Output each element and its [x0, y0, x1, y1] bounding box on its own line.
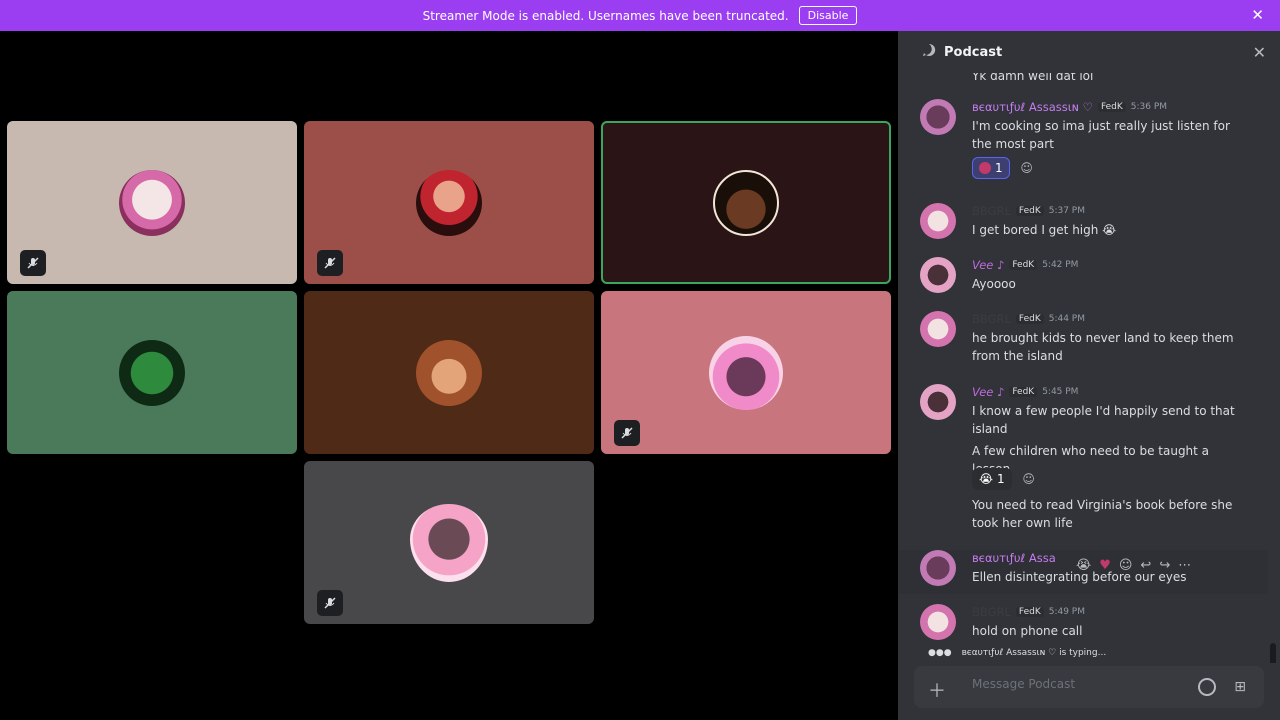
- participant-tile-5[interactable]: [304, 291, 594, 454]
- author-avatar[interactable]: [920, 550, 956, 586]
- message-hover-toolbar: 😭 ♥ ☺ ↩ ↪ ⋯: [1076, 558, 1191, 573]
- channel-title: Podcast: [944, 44, 1003, 60]
- participant-tile-4[interactable]: [7, 291, 297, 454]
- add-reaction-icon[interactable]: ☺: [1119, 558, 1133, 573]
- heart-reaction-icon: [979, 162, 991, 174]
- more-options-icon[interactable]: ⋯: [1178, 558, 1191, 573]
- chat-scrollbar[interactable]: [1270, 643, 1276, 663]
- timestamp: 5:44 PM: [1048, 314, 1085, 324]
- participant-avatar: [410, 503, 488, 582]
- attach-plus-icon[interactable]: ＋: [928, 677, 946, 703]
- author-avatar[interactable]: [920, 384, 956, 420]
- clan-badge[interactable]: FedK: [1009, 260, 1038, 270]
- typing-dots-icon: ●●●: [928, 648, 952, 658]
- clan-badge[interactable]: FedK: [1015, 206, 1044, 216]
- timestamp: 5:42 PM: [1042, 260, 1079, 270]
- clan-badge[interactable]: FedK: [1009, 387, 1038, 397]
- message-text: he brought kids to never land to keep th…: [972, 331, 1234, 363]
- message-composer: ＋ ⊞: [914, 666, 1264, 708]
- author-name[interactable]: Vee ♪: [972, 258, 1004, 272]
- participant-tile-6[interactable]: [601, 291, 891, 454]
- apps-icon[interactable]: ⊞: [1234, 679, 1246, 695]
- message: BBGRL FedK 5:49 PM hold on phone call: [898, 604, 1268, 648]
- chat-panel: Podcast ✕ Yk damn well dat lol ʙєαυтιƒυℓ…: [898, 31, 1280, 720]
- chat-header: Podcast ✕: [898, 31, 1280, 73]
- reactions: 😭 1 ☺: [972, 468, 1040, 490]
- message: BBGRL FedK 5:44 PM he brought kids to ne…: [898, 311, 1268, 371]
- muted-mic-icon: [317, 590, 343, 616]
- message-text: I get bored I get high 😭: [972, 223, 1117, 237]
- message-text: Ayoooo: [972, 277, 1016, 291]
- message-text: I'm cooking so ima just really just list…: [972, 119, 1230, 151]
- message: Vee ♪ FedK 5:42 PM Ayoooo: [898, 257, 1268, 301]
- message-text: Yk damn well dat lol: [972, 73, 1094, 83]
- participant-avatar: [416, 169, 482, 236]
- message: ʙєαυтιƒυℓ Assassιɴ ♡ FedK 5:36 PM I'm co…: [898, 99, 1268, 189]
- muted-mic-icon: [317, 250, 343, 276]
- heart-reaction-icon[interactable]: ♥: [1099, 558, 1111, 573]
- participant-avatar: [713, 169, 779, 236]
- participant-avatar: [709, 335, 783, 410]
- participant-tile-1[interactable]: [7, 121, 297, 284]
- chat-bubble-icon: [922, 43, 936, 61]
- timestamp: 5:45 PM: [1042, 387, 1079, 397]
- participant-tile-2[interactable]: [304, 121, 594, 284]
- author-name[interactable]: ʙєαυтιƒυℓ Assassιɴ ♡: [972, 100, 1093, 114]
- author-name[interactable]: BBGRL: [972, 204, 1011, 218]
- banner-text: Streamer Mode is enabled. Usernames have…: [422, 8, 789, 23]
- message: Vee ♪ FedK 5:45 PM I know a few people I…: [898, 384, 1268, 534]
- message: Yk damn well dat lol: [898, 73, 1268, 87]
- reaction-pill[interactable]: 1: [972, 157, 1010, 179]
- timestamp: 5:37 PM: [1048, 206, 1085, 216]
- message: BBGRL FedK 5:37 PM I get bored I get hig…: [898, 203, 1268, 247]
- voice-call-stage: [0, 31, 898, 720]
- timestamp: 5:49 PM: [1048, 607, 1085, 617]
- message-input[interactable]: [972, 677, 1192, 691]
- participant-avatar: [119, 169, 185, 236]
- typing-text: ʙєαυтιƒυℓ Assassιɴ ♡ is typing...: [961, 648, 1107, 658]
- forward-icon[interactable]: ↪: [1159, 558, 1170, 573]
- clan-badge[interactable]: FedK: [1097, 102, 1126, 112]
- clan-badge[interactable]: FedK: [1015, 314, 1044, 324]
- author-avatar[interactable]: [920, 203, 956, 239]
- author-avatar[interactable]: [920, 311, 956, 347]
- muted-mic-icon: [614, 420, 640, 446]
- add-reaction-icon[interactable]: ☺: [1018, 468, 1040, 490]
- participant-tile-3[interactable]: [601, 121, 891, 284]
- muted-mic-icon: [20, 250, 46, 276]
- clan-badge[interactable]: FedK: [1015, 607, 1044, 617]
- participant-avatar: [416, 339, 482, 406]
- typing-indicator: ●●● ʙєαυтιƒυℓ Assassιɴ ♡ is typing...: [928, 648, 1106, 658]
- reactions: 1 ☺: [972, 157, 1038, 179]
- add-reaction-icon[interactable]: ☺: [1016, 157, 1038, 179]
- disable-button[interactable]: Disable: [798, 6, 858, 25]
- participant-avatar: [119, 339, 185, 406]
- author-name[interactable]: ʙєαυтιƒυℓ Assa: [972, 551, 1056, 565]
- message-text: hold on phone call: [972, 624, 1083, 638]
- author-name[interactable]: BBGRL: [972, 312, 1011, 326]
- participant-tile-7[interactable]: [304, 461, 594, 624]
- author-name[interactable]: BBGRL: [972, 605, 1011, 619]
- message-list: Yk damn well dat lol ʙєαυтιƒυℓ Assassιɴ …: [898, 73, 1280, 663]
- author-avatar[interactable]: [920, 99, 956, 135]
- message-text: You need to read Virginia's book before …: [972, 498, 1233, 530]
- close-chat-icon[interactable]: ✕: [1253, 43, 1266, 62]
- reaction-pill[interactable]: 😭 1: [972, 468, 1012, 490]
- author-avatar[interactable]: [920, 604, 956, 640]
- banner-close-icon[interactable]: ✕: [1251, 6, 1264, 24]
- streamer-mode-banner: Streamer Mode is enabled. Usernames have…: [0, 0, 1280, 31]
- emoji-picker-icon[interactable]: [1198, 678, 1216, 696]
- reply-icon[interactable]: ↩: [1140, 558, 1151, 573]
- message-text: I know a few people I'd happily send to …: [972, 404, 1235, 436]
- timestamp: 5:36 PM: [1130, 102, 1168, 112]
- cry-reaction-icon[interactable]: 😭: [1076, 558, 1091, 573]
- author-avatar[interactable]: [920, 257, 956, 293]
- author-name[interactable]: Vee ♪: [972, 385, 1004, 399]
